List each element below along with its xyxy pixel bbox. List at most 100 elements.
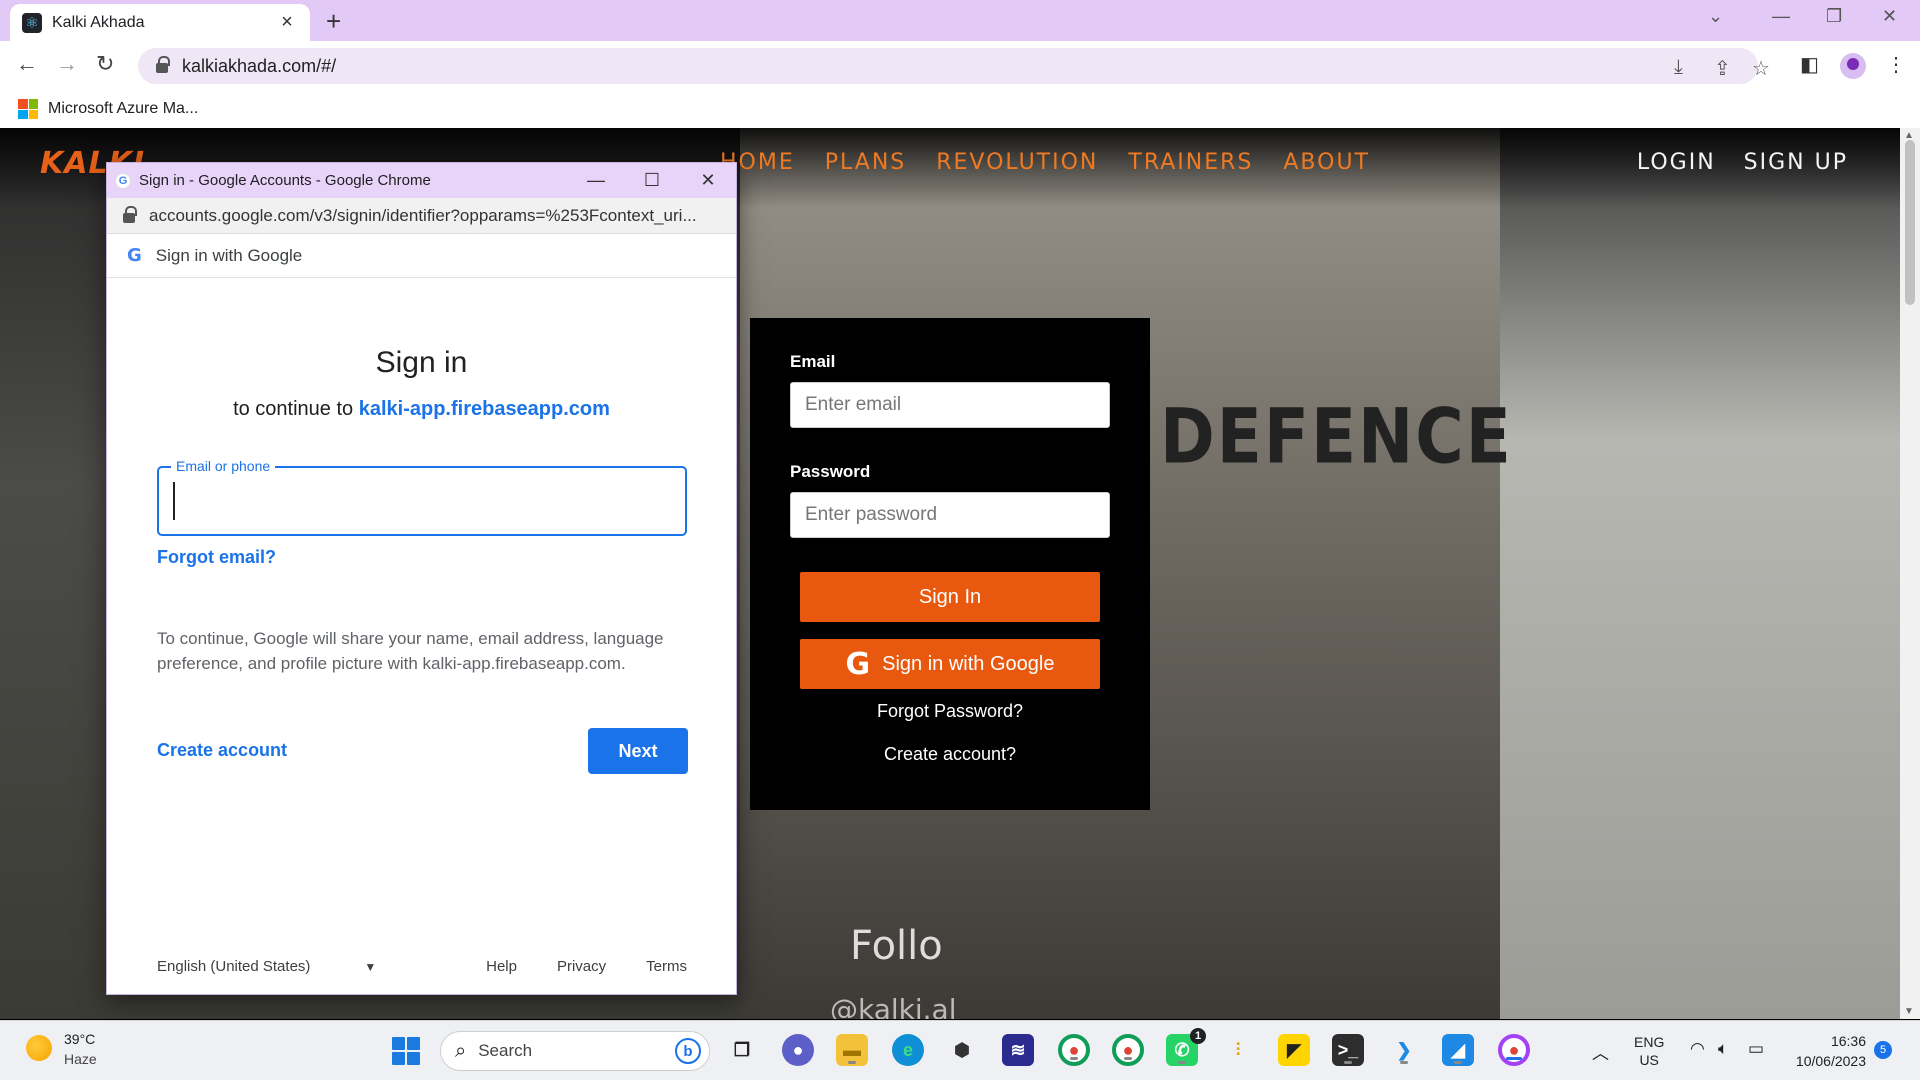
share-icon[interactable]: ⇪ xyxy=(1714,56,1731,81)
share-disclaimer: To continue, Google will share your name… xyxy=(157,629,664,673)
weather-condition[interactable]: Haze xyxy=(64,1051,97,1067)
edge-icon[interactable]: e xyxy=(892,1034,924,1066)
close-window-icon[interactable]: ✕ xyxy=(1882,6,1897,27)
tab-search-icon[interactable]: ⌄ xyxy=(1708,6,1723,27)
notification-badge[interactable]: 5 xyxy=(1874,1041,1892,1059)
power-bi-icon[interactable]: ⫶ xyxy=(1222,1034,1254,1066)
next-button[interactable]: Next xyxy=(588,728,688,774)
email-input[interactable] xyxy=(790,382,1110,428)
react-favicon-icon: ⚛ xyxy=(22,12,42,33)
auth-nav: LOGIN SIGN UP xyxy=(1637,150,1848,175)
popup-minimize-icon[interactable]: — xyxy=(568,170,624,191)
minimize-icon[interactable]: — xyxy=(1772,6,1790,27)
weather-temperature[interactable]: 39°C xyxy=(64,1031,95,1047)
forward-icon[interactable]: → xyxy=(56,51,78,77)
privacy-link[interactable]: Privacy xyxy=(557,958,606,975)
popup-address-bar[interactable]: accounts.google.com/v3/signin/identifier… xyxy=(107,198,736,234)
create-account-link[interactable]: Create account xyxy=(157,740,287,761)
volume-icon[interactable]: 🔈︎ xyxy=(1718,1039,1728,1059)
chrome-icon[interactable]: ● xyxy=(1058,1034,1090,1066)
menu-icon[interactable]: ⋮ xyxy=(1886,52,1906,77)
paint-app-icon[interactable]: ◢ xyxy=(1442,1034,1474,1066)
nav-signup[interactable]: SIGN UP xyxy=(1744,150,1848,175)
email-label: Email xyxy=(790,352,836,371)
continue-domain-link[interactable]: kalki-app.firebaseapp.com xyxy=(359,398,610,420)
bookmark-star-icon[interactable]: ☆ xyxy=(1752,56,1770,81)
help-link[interactable]: Help xyxy=(486,958,517,975)
lock-icon xyxy=(156,56,170,73)
input-language[interactable]: ENG US xyxy=(1634,1033,1664,1069)
taskbar-search[interactable]: ⌕ Search b xyxy=(440,1031,710,1071)
wifi-icon[interactable]: ◠ xyxy=(1690,1039,1705,1059)
page-scrollbar[interactable]: ▲ ▼ xyxy=(1900,128,1920,1019)
power-automate-icon[interactable]: ≋ xyxy=(1002,1034,1034,1066)
popup-url: accounts.google.com/v3/signin/identifier… xyxy=(149,205,697,225)
popup-close-icon[interactable]: ✕ xyxy=(680,170,736,191)
sticky-notes-icon[interactable]: ◤ xyxy=(1278,1034,1310,1066)
google-signin-popup: G Sign in - Google Accounts - Google Chr… xyxy=(106,162,737,995)
reload-icon[interactable]: ↻ xyxy=(96,51,114,77)
microsoft-logo-icon xyxy=(18,99,38,119)
caret-down-icon[interactable]: ▼ xyxy=(364,960,376,974)
battery-icon[interactable]: ▭ xyxy=(1748,1039,1764,1059)
language-select[interactable]: English (United States) xyxy=(157,958,310,975)
address-bar[interactable]: kalkiakhada.com/#/ ⤓ ⇪ ☆ xyxy=(138,48,1770,84)
new-tab-icon[interactable]: + xyxy=(326,6,341,37)
side-panel-icon[interactable]: ◧ xyxy=(1800,52,1819,77)
google-signin-label: Sign in with Google xyxy=(882,652,1055,675)
google-favicon-icon: G xyxy=(115,172,131,189)
browser-tab[interactable]: ⚛ Kalki Akhada × xyxy=(10,4,310,41)
scroll-thumb[interactable] xyxy=(1905,140,1915,305)
nav-login[interactable]: LOGIN xyxy=(1637,150,1716,175)
popup-maximize-icon[interactable]: ☐ xyxy=(624,170,680,191)
clock[interactable]: 16:36 10/06/2023 xyxy=(1786,1031,1866,1071)
hero-image-right xyxy=(1500,128,1900,1019)
popup-header: G Sign in with Google xyxy=(107,234,736,278)
restore-icon[interactable]: ❐ xyxy=(1826,6,1842,27)
file-explorer-icon[interactable]: ▬ xyxy=(836,1034,868,1066)
chrome-active-icon[interactable]: ● xyxy=(1498,1034,1530,1066)
continue-line: to continue to kalki-app.firebaseapp.com xyxy=(107,398,736,421)
lang-bottom: US xyxy=(1639,1052,1659,1068)
taskbar: 39°C Haze ⌕ Search b ❐ ● ▬ e ⬢ ≋ ● ● ✆ 1 … xyxy=(0,1020,1920,1080)
close-tab-icon[interactable]: × xyxy=(276,11,298,34)
vscode-icon[interactable]: ❯ xyxy=(1388,1034,1420,1066)
google-signin-button[interactable]: G Sign in with Google xyxy=(800,639,1100,689)
signin-button[interactable]: Sign In xyxy=(800,572,1100,622)
bookmark-azure[interactable]: Microsoft Azure Ma... xyxy=(48,100,198,118)
url-text: kalkiakhada.com/#/ xyxy=(182,55,337,76)
login-card: Email Password Sign In G Sign in with Go… xyxy=(750,318,1150,810)
email-or-phone-input[interactable] xyxy=(173,482,671,520)
email-or-phone-field[interactable]: Email or phone xyxy=(157,458,687,536)
task-view-icon[interactable]: ❐ xyxy=(726,1034,758,1066)
bing-icon[interactable]: b xyxy=(675,1038,701,1064)
poster-defence-text: DEFENCE xyxy=(1160,392,1513,481)
popup-header-text: Sign in with Google xyxy=(155,245,303,265)
weather-sun-icon[interactable] xyxy=(26,1035,52,1061)
nav-trainers[interactable]: TRAINERS xyxy=(1128,150,1253,175)
start-button[interactable] xyxy=(392,1037,420,1065)
nav-about[interactable]: ABOUT xyxy=(1283,150,1370,175)
forgot-email-link[interactable]: Forgot email? xyxy=(157,547,276,568)
scroll-down-icon[interactable]: ▼ xyxy=(1904,1006,1914,1017)
clock-time: 16:36 xyxy=(1830,1033,1866,1049)
whatsapp-icon[interactable]: ✆ 1 xyxy=(1166,1028,1206,1066)
cube-app-icon[interactable]: ⬢ xyxy=(946,1034,978,1066)
install-icon[interactable]: ⤓ xyxy=(1674,56,1683,79)
popup-footer: English (United States) ▼ Help Privacy T… xyxy=(157,958,687,975)
signin-heading: Sign in xyxy=(375,346,468,379)
forgot-password-link[interactable]: Forgot Password? xyxy=(790,701,1110,722)
chevron-up-icon[interactable]: ︿ xyxy=(1592,1039,1609,1064)
poster-follow-text: Follo xyxy=(850,923,943,969)
chrome-profile-icon[interactable]: ● xyxy=(1112,1034,1144,1066)
create-account-link[interactable]: Create account? xyxy=(790,744,1110,765)
terms-link[interactable]: Terms xyxy=(646,958,687,975)
back-icon[interactable]: ← xyxy=(16,51,38,77)
continue-prefix: to continue to xyxy=(233,398,359,420)
teams-chat-icon[interactable]: ● xyxy=(782,1034,814,1066)
nav-revolution[interactable]: REVOLUTION xyxy=(936,150,1098,175)
terminal-icon[interactable]: >_ xyxy=(1332,1034,1364,1066)
password-input[interactable] xyxy=(790,492,1110,538)
profile-avatar[interactable] xyxy=(1840,53,1866,79)
nav-plans[interactable]: PLANS xyxy=(825,150,907,175)
